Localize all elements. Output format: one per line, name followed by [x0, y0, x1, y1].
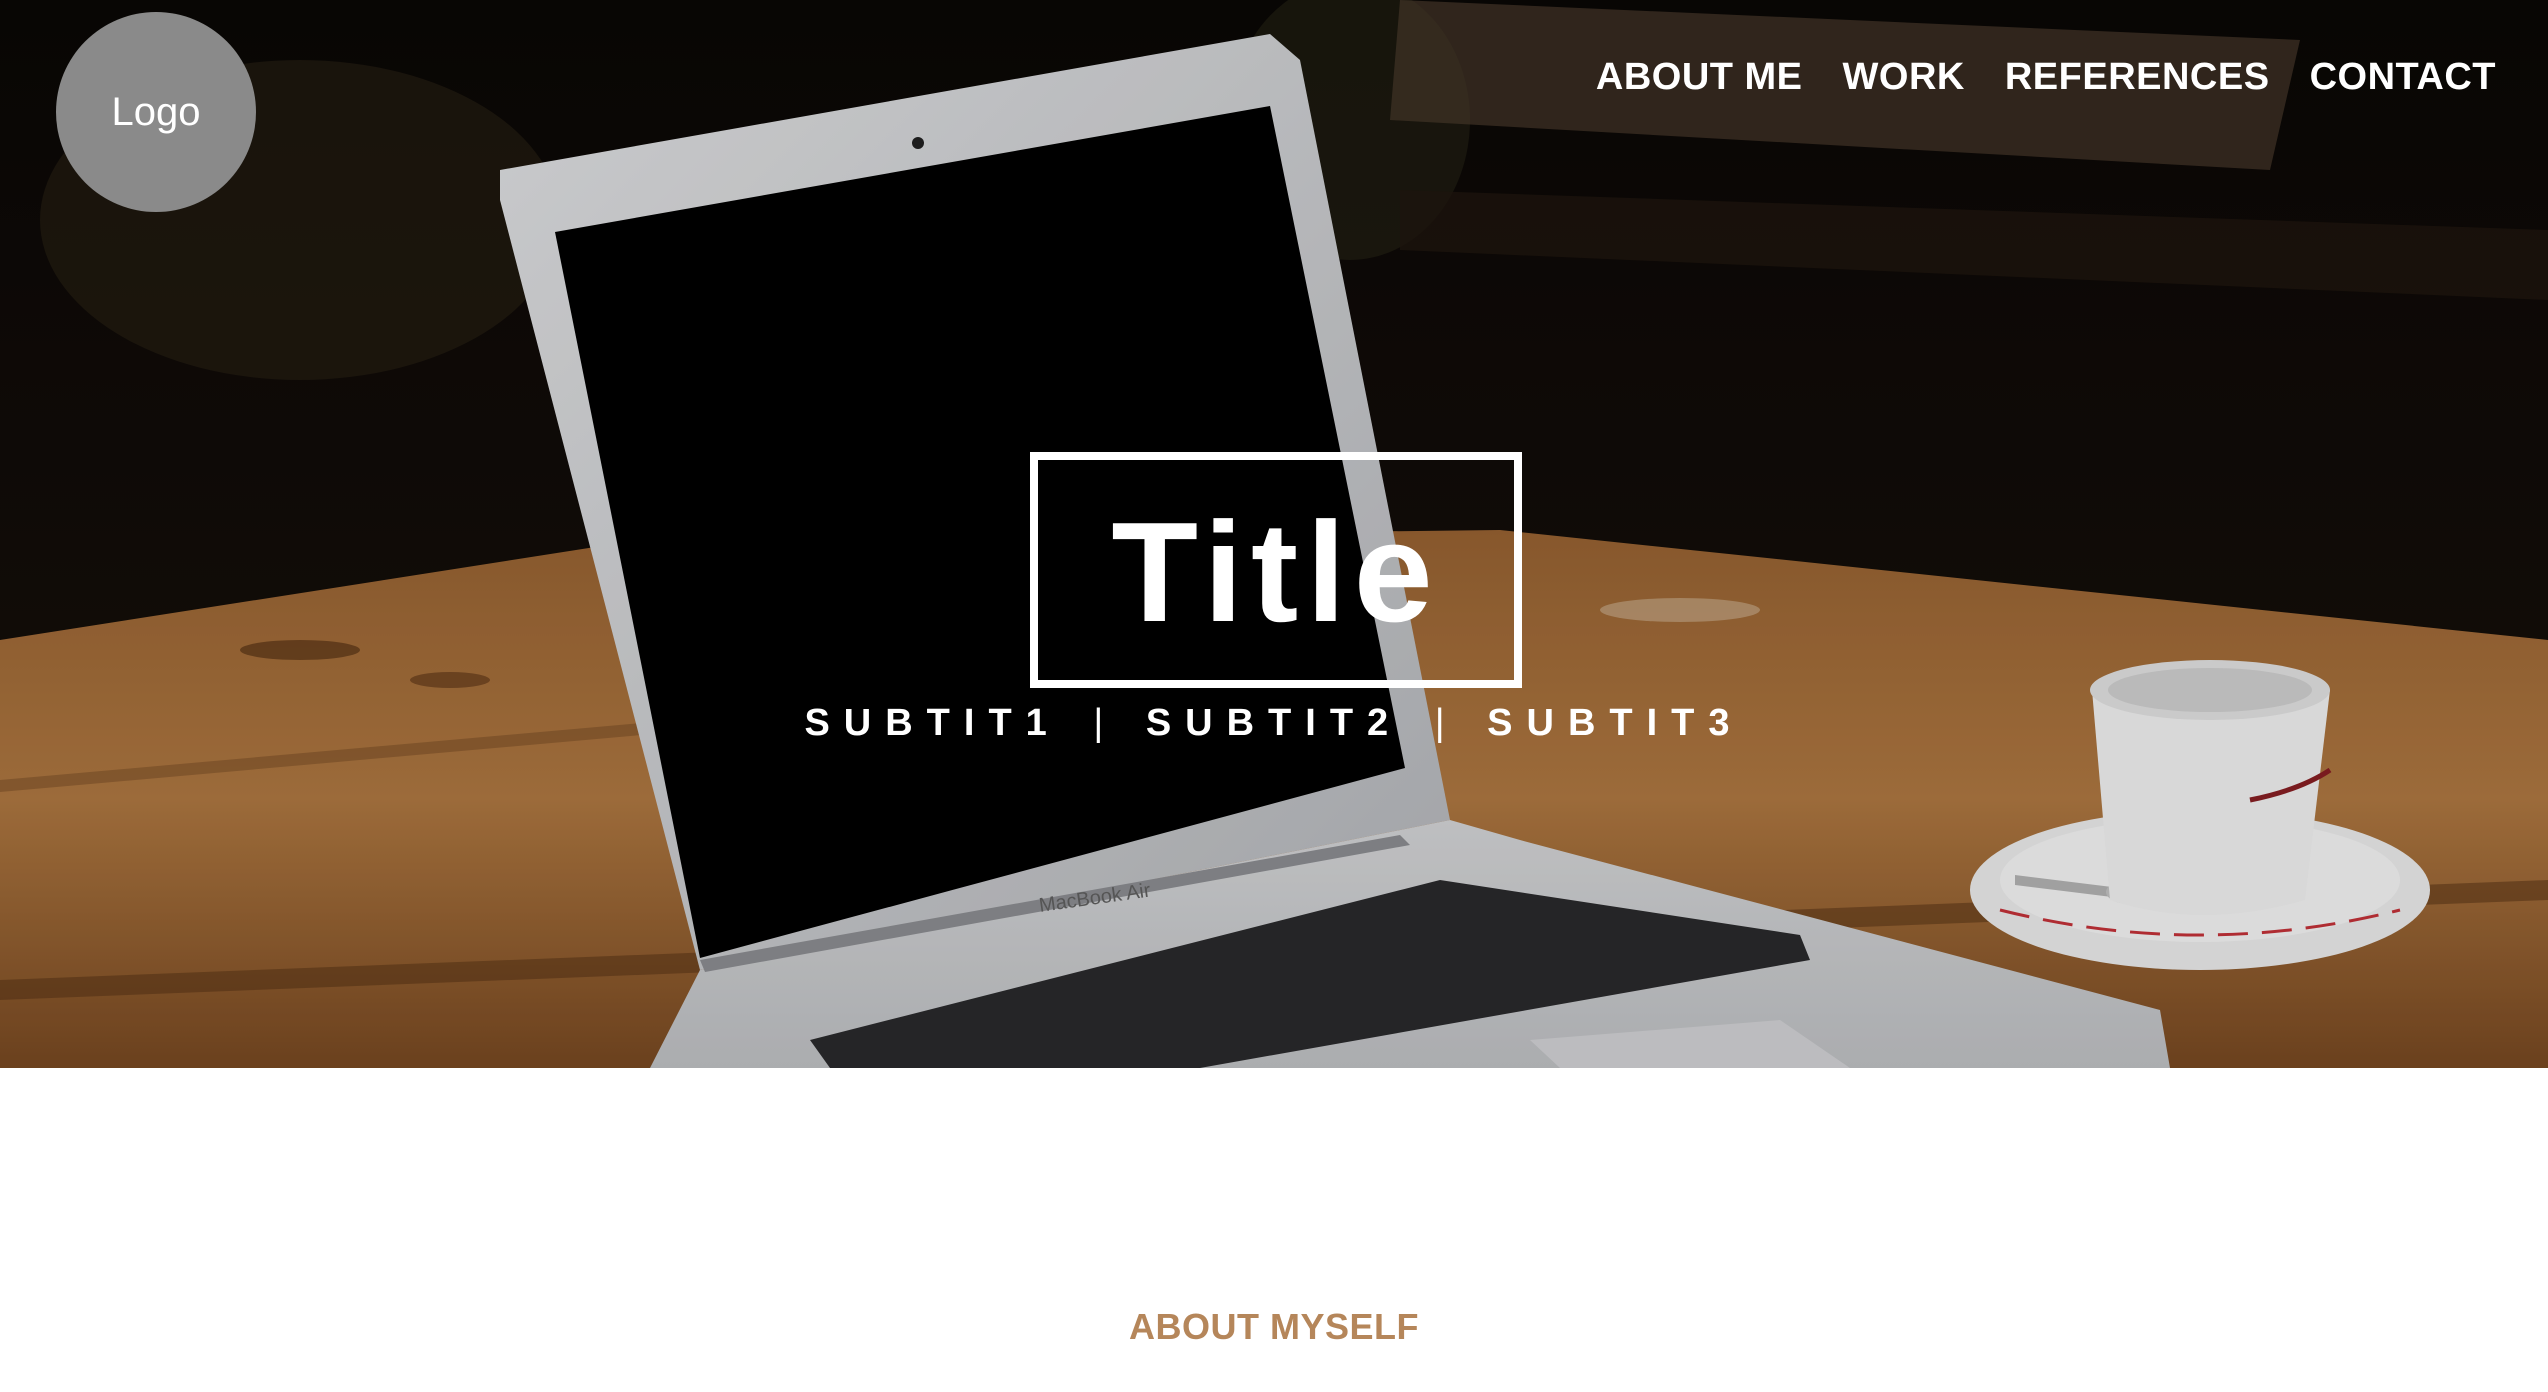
nav-item-contact[interactable]: CONTACT [2310, 56, 2496, 99]
hero-title-box: Title [1030, 452, 1522, 688]
logo-label: Logo [111, 89, 201, 134]
subtitle-1: SUBTIT1 [804, 702, 1061, 744]
nav-item-work[interactable]: WORK [1843, 56, 1965, 99]
nav-item-about-me[interactable]: ABOUT ME [1596, 56, 1803, 99]
hero-subtitle: SUBTIT1 | SUBTIT2 | SUBTIT3 [0, 702, 2548, 745]
subtitle-separator: | [1434, 702, 1459, 744]
hero-section: MacBook Air Logo ABOUT ME WORK REFERENCE… [0, 0, 2548, 1068]
subtitle-separator: | [1093, 702, 1118, 744]
hero-title: Title [1111, 493, 1441, 652]
about-heading: ABOUT MYSELF [1129, 1306, 1419, 1347]
main-nav: ABOUT ME WORK REFERENCES CONTACT [1596, 56, 2496, 99]
logo[interactable]: Logo [56, 12, 256, 212]
subtitle-3: SUBTIT3 [1487, 702, 1744, 744]
subtitle-2: SUBTIT2 [1145, 702, 1403, 744]
nav-item-references[interactable]: REFERENCES [2005, 56, 2270, 99]
